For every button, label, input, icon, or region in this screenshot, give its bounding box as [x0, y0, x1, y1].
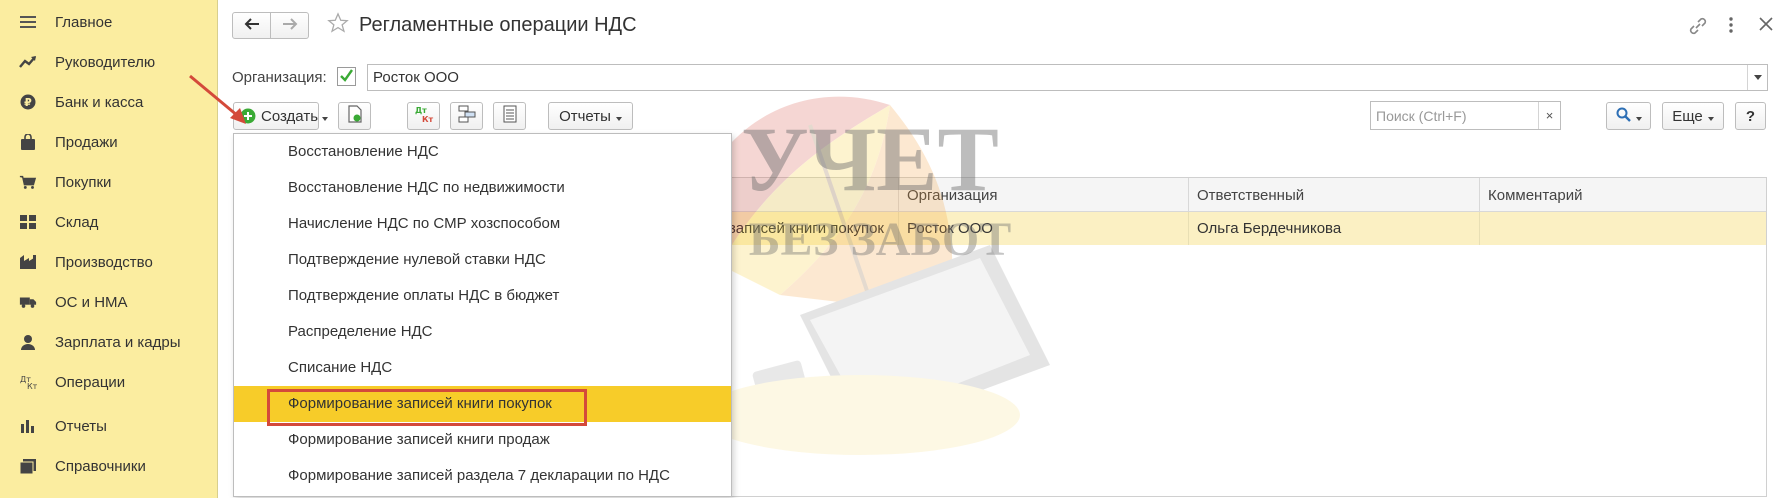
search-button[interactable]: [1606, 102, 1651, 130]
books-icon: [19, 457, 37, 475]
create-dropdown-menu: Восстановление НДС Восстановление НДС по…: [233, 133, 732, 497]
sidebar-item-label: Отчеты: [55, 417, 107, 435]
dt-kt-icon: Дт Кт: [414, 105, 434, 127]
menu-item-vat-restore[interactable]: Восстановление НДС: [234, 134, 731, 170]
warehouse-icon: [19, 213, 37, 231]
column-header-comment[interactable]: Комментарий: [1480, 178, 1766, 212]
sidebar-item-purchases[interactable]: Покупки: [0, 164, 218, 200]
save-doc-button[interactable]: [338, 102, 371, 130]
reports-button[interactable]: Отчеты: [548, 102, 633, 130]
menu-item-vat-payment[interactable]: Подтверждение оплаты НДС в бюджет: [234, 278, 731, 314]
more-button[interactable]: Еще: [1662, 102, 1724, 130]
search-input[interactable]: Поиск (Ctrl+F) ×: [1370, 101, 1561, 130]
search-icon: [1616, 107, 1631, 126]
sidebar-item-label: Справочники: [55, 457, 146, 475]
sidebar-item-bank[interactable]: ₽ Банк и касса: [0, 84, 218, 120]
column-header-org[interactable]: Организация: [899, 178, 1189, 212]
sidebar-item-main[interactable]: Главное: [0, 4, 218, 40]
menu-item-vat-restore-realty[interactable]: Восстановление НДС по недвижимости: [234, 170, 731, 206]
star-icon[interactable]: [327, 12, 349, 38]
menu-icon: [19, 13, 37, 31]
sidebar-item-operations[interactable]: Дт Кт Операции: [0, 364, 218, 400]
person-icon: [19, 333, 37, 351]
sidebar-item-label: Производство: [55, 253, 153, 271]
help-button[interactable]: ?: [1735, 102, 1766, 130]
org-filter-checkbox[interactable]: [337, 67, 356, 86]
chevron-down-icon: [1635, 108, 1642, 125]
sidebar: Главное Руководителю ₽ Банк и касса Прод…: [0, 0, 218, 498]
svg-text:Дт: Дт: [415, 106, 427, 115]
menu-item-section7[interactable]: Формирование записей раздела 7 деклараци…: [234, 458, 731, 494]
cart-icon: [19, 173, 37, 191]
arrow-right-icon: [282, 17, 298, 34]
menu-item-vat-smr[interactable]: Начисление НДС по СМР хозспособом: [234, 206, 731, 242]
menu-item-vat-writeoff[interactable]: Списание НДС: [234, 350, 731, 386]
plus-circle-icon: [240, 108, 256, 124]
sidebar-item-references[interactable]: Справочники: [0, 448, 218, 484]
sidebar-item-label: Продажи: [55, 133, 118, 151]
close-icon[interactable]: [1759, 17, 1773, 35]
sidebar-item-director[interactable]: Руководителю: [0, 44, 218, 80]
search-placeholder: Поиск (Ctrl+F): [1376, 108, 1467, 124]
ruble-icon: ₽: [19, 93, 37, 111]
menu-item-purchase-book[interactable]: Формирование записей книги покупок: [234, 386, 731, 422]
sidebar-item-warehouse[interactable]: Склад: [0, 204, 218, 240]
sidebar-item-reports[interactable]: Отчеты: [0, 408, 218, 444]
svg-text:Кт: Кт: [27, 382, 37, 390]
structure-button[interactable]: [450, 102, 483, 130]
chevron-down-icon: [615, 108, 622, 125]
factory-icon: [19, 253, 37, 271]
dt-kt-icon: Дт Кт: [19, 373, 37, 391]
sidebar-item-label: Зарплата и кадры: [55, 333, 181, 351]
chevron-down-icon: [1707, 108, 1714, 125]
back-button[interactable]: [232, 12, 271, 39]
menu-item-sales-book[interactable]: Формирование записей книги продаж: [234, 422, 731, 458]
menu-item-zero-rate[interactable]: Подтверждение нулевой ставки НДС: [234, 242, 731, 278]
org-select[interactable]: Росток ООО: [367, 64, 1768, 91]
link-icon[interactable]: [1688, 16, 1708, 40]
menu-item-vat-distribution[interactable]: Распределение НДС: [234, 314, 731, 350]
forward-button[interactable]: [270, 12, 309, 39]
dt-kt-button[interactable]: Дт Кт: [407, 102, 440, 130]
chevron-down-icon: [322, 108, 329, 125]
sidebar-item-sales[interactable]: Продажи: [0, 124, 218, 160]
reports-button-label: Отчеты: [559, 107, 611, 125]
svg-text:Кт: Кт: [422, 115, 434, 123]
sidebar-item-label: Руководителю: [55, 53, 156, 71]
sidebar-item-label: Склад: [55, 213, 99, 231]
create-button[interactable]: Создать: [233, 102, 329, 130]
truck-icon: [19, 293, 37, 311]
sidebar-item-label: ОС и НМА: [55, 293, 128, 311]
page-title: Регламентные операции НДС: [359, 14, 637, 36]
document-save-icon: [347, 105, 362, 127]
sidebar-item-label: Покупки: [55, 173, 112, 191]
cell-responsible: Ольга Бердечникова: [1189, 212, 1480, 245]
trend-icon: [19, 53, 37, 71]
org-value: Росток ООО: [373, 69, 459, 86]
cell-comment: [1480, 212, 1766, 245]
arrow-left-icon: [244, 17, 260, 34]
cell-org: Росток ООО: [899, 212, 1189, 245]
list-icon: [503, 105, 517, 127]
bar-chart-icon: [19, 417, 37, 435]
org-label: Организация:: [232, 69, 327, 86]
chevron-down-icon[interactable]: [1747, 65, 1767, 90]
sidebar-item-fixed-assets[interactable]: ОС и НМА: [0, 284, 218, 320]
structure-icon: [458, 105, 476, 127]
list-button[interactable]: [493, 102, 526, 130]
more-vertical-icon[interactable]: [1728, 15, 1734, 39]
sidebar-item-salary[interactable]: Зарплата и кадры: [0, 324, 218, 360]
svg-text:₽: ₽: [24, 96, 32, 109]
sidebar-item-label: Главное: [55, 13, 113, 31]
bag-icon: [19, 133, 37, 151]
create-button-label: Создать: [261, 107, 319, 125]
sidebar-item-label: Операции: [55, 373, 126, 391]
column-header-responsible[interactable]: Ответственный: [1189, 178, 1480, 212]
sidebar-item-production[interactable]: Производство: [0, 244, 218, 280]
more-button-label: Еще: [1672, 107, 1703, 125]
sidebar-item-label: Банк и касса: [55, 93, 144, 111]
clear-search-button[interactable]: ×: [1538, 102, 1560, 129]
